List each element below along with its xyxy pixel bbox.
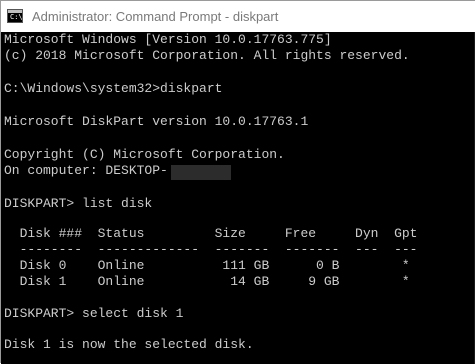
- disk-table-row: Disk 1 Online 14 GB 9 GB *: [4, 274, 410, 289]
- console-line-computer: On computer: DESKTOP-: [4, 163, 168, 178]
- command-prompt-window: C:\ Administrator: Command Prompt - disk…: [0, 0, 475, 364]
- console-line-prompt: C:\Windows\system32>diskpart: [4, 81, 223, 96]
- disk-table-row: Disk 0 Online 111 GB 0 B *: [4, 258, 410, 273]
- disk-table-separator: -------- ------------- ------- ------- -…: [4, 242, 418, 257]
- window-title: Administrator: Command Prompt - diskpart: [32, 9, 279, 24]
- cmd-console-icon[interactable]: C:\: [7, 9, 23, 23]
- redacted-computer-name: [171, 165, 231, 180]
- console-line-copyright: (c) 2018 Microsoft Corporation. All righ…: [4, 48, 410, 63]
- console-line-select-disk: DISKPART> select disk 1: [4, 306, 184, 321]
- console-output[interactable]: Microsoft Windows [Version 10.0.17763.77…: [1, 32, 475, 364]
- title-bar[interactable]: C:\ Administrator: Command Prompt - disk…: [1, 1, 475, 32]
- console-line-selected-disk: Disk 1 is now the selected disk.: [4, 337, 254, 352]
- console-line-version: Microsoft Windows [Version 10.0.17763.77…: [4, 32, 332, 47]
- console-line-diskpart-ver: Microsoft DiskPart version 10.0.17763.1: [4, 114, 309, 129]
- console-line-ms-copyright: Copyright (C) Microsoft Corporation.: [4, 147, 285, 162]
- cmd-icon-glyph: C:\: [10, 13, 23, 21]
- console-line-list-disk: DISKPART> list disk: [4, 196, 153, 211]
- disk-table-header: Disk ### Status Size Free Dyn Gpt: [4, 226, 418, 241]
